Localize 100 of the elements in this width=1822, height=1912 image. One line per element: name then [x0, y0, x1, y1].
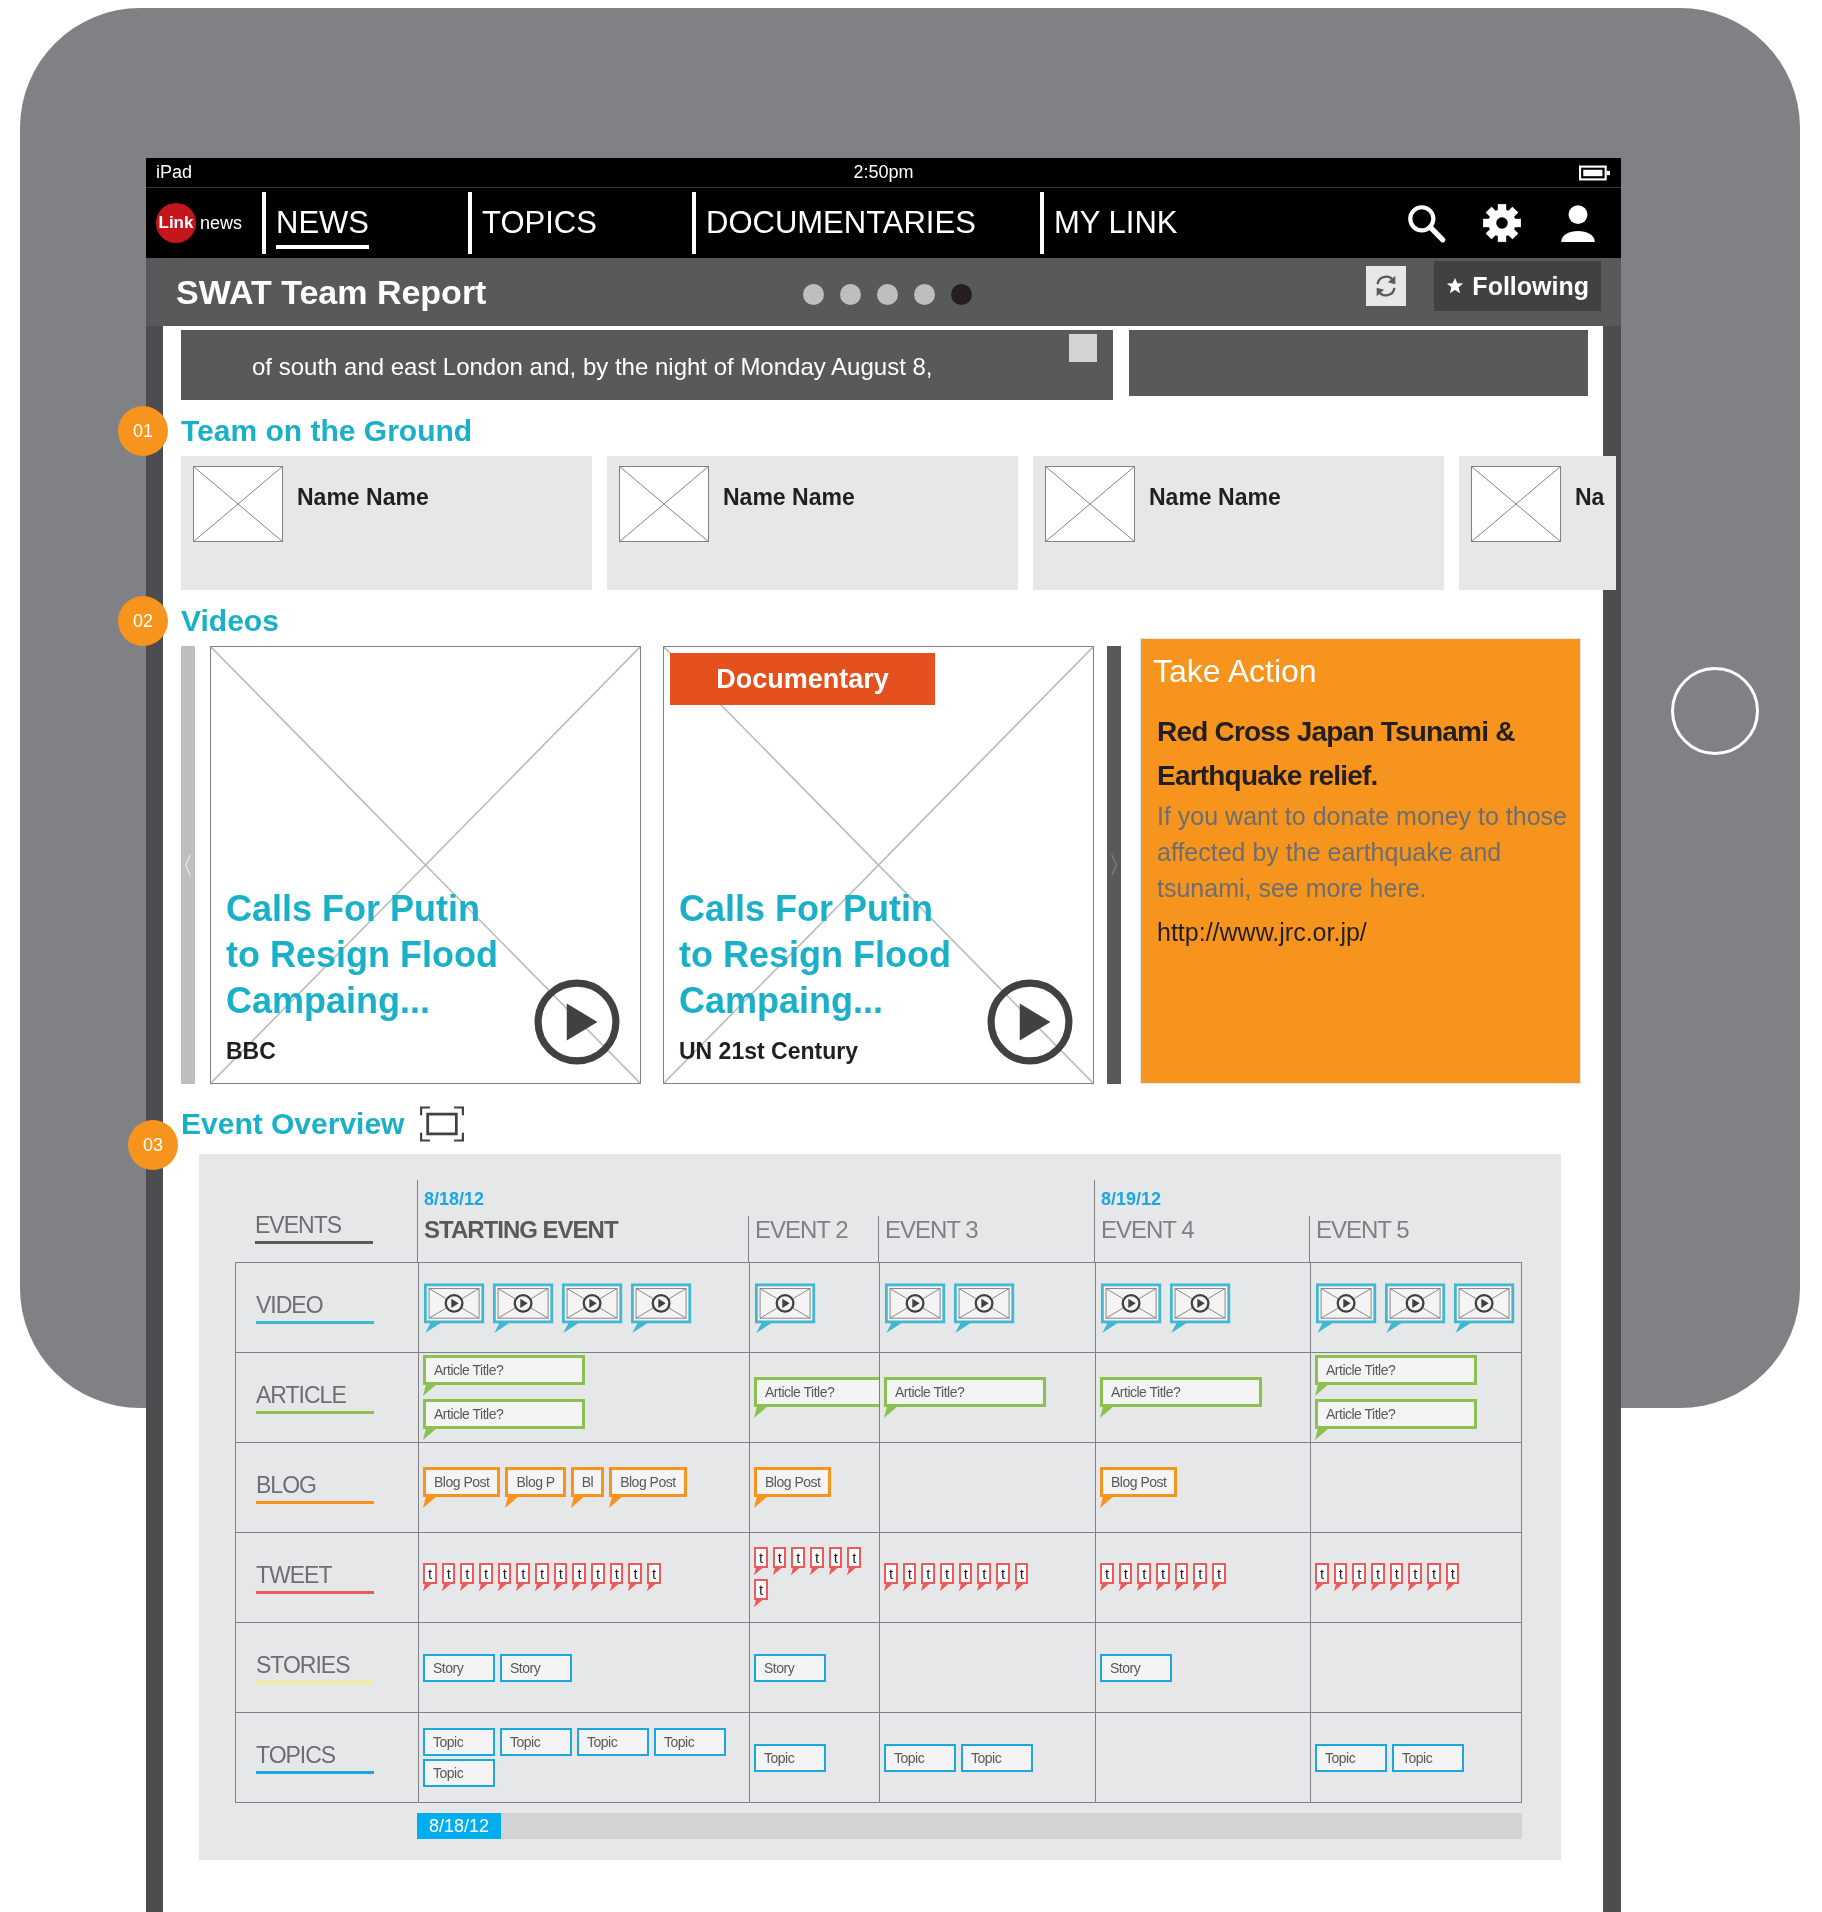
page-dot[interactable]	[914, 284, 935, 305]
callout-pointer-icon	[553, 1583, 564, 1592]
callout-pointer-icon	[772, 1567, 783, 1576]
story-tag[interactable]: Story	[423, 1653, 495, 1682]
story-tag[interactable]: Story	[1100, 1653, 1172, 1682]
callout-pointer-icon	[1389, 1583, 1400, 1592]
topic-tag[interactable]: Topic	[1392, 1743, 1464, 1772]
expand-icon[interactable]	[420, 1106, 465, 1142]
video-thumbnail-icon[interactable]	[1453, 1282, 1517, 1333]
event-date: 8/19/12	[1101, 1189, 1163, 1210]
page-dot[interactable]	[951, 284, 972, 305]
callout-pointer-icon	[1315, 1428, 1331, 1440]
team-member-card[interactable]: Name Name	[181, 456, 592, 590]
image-placeholder-icon	[1471, 466, 1561, 542]
callout-pointer-icon	[810, 1567, 820, 1576]
callout-pointer-icon	[847, 1567, 858, 1576]
callout-pointer-icon	[1212, 1583, 1223, 1592]
nav-tab[interactable]: DOCUMENTARIES	[692, 192, 1034, 254]
page-dot[interactable]	[803, 284, 824, 305]
lane-label: VIDEO	[256, 1291, 324, 1319]
topic-tag[interactable]: Topic	[654, 1728, 726, 1756]
story-tag[interactable]: Story	[754, 1653, 826, 1682]
following-button[interactable]: Following	[1434, 261, 1601, 311]
home-button[interactable]	[1671, 667, 1759, 755]
team-member-card[interactable]: Name Name	[607, 456, 1018, 590]
member-name: Name Name	[297, 484, 429, 511]
nav-tab[interactable]: NEWS	[262, 192, 462, 254]
video-thumbnail-icon[interactable]	[630, 1282, 694, 1333]
section-number: 01	[118, 406, 168, 456]
topic-tag[interactable]: Topic	[423, 1759, 495, 1787]
callout-pointer-icon	[940, 1583, 950, 1592]
nav-tab[interactable]: MY LINK	[1040, 192, 1188, 254]
documentary-badge: Documentary	[670, 653, 935, 705]
video-thumbnail-icon[interactable]	[1384, 1282, 1448, 1333]
topic-tag[interactable]: Topic	[754, 1743, 826, 1772]
callout-pointer-icon	[902, 1583, 913, 1592]
play-icon[interactable]	[534, 979, 620, 1065]
video-thumbnail-icon[interactable]	[884, 1282, 948, 1333]
member-name: Na	[1575, 484, 1605, 511]
callout-pointer-icon	[423, 1583, 433, 1592]
video-thumbnail-icon[interactable]	[561, 1282, 625, 1333]
callout-pointer-icon	[754, 1567, 764, 1576]
device-name: iPad	[156, 162, 193, 183]
callout-pointer-icon	[884, 1583, 894, 1592]
donation-link[interactable]: http://www.jrc.or.jp/	[1153, 918, 1568, 947]
story-card[interactable]: of south and east London and, by the night of Monday August 8,	[181, 330, 1113, 400]
callout-pointer-icon	[1014, 1583, 1025, 1592]
callout-pointer-icon	[1174, 1583, 1185, 1592]
callout-pointer-icon	[1315, 1384, 1331, 1396]
page-dot[interactable]	[877, 284, 898, 305]
nav-tab[interactable]: TOPICS	[468, 192, 686, 254]
video-thumbnail-icon[interactable]	[754, 1282, 818, 1333]
play-icon[interactable]	[987, 979, 1073, 1065]
event-name[interactable]: STARTING EVENT	[424, 1216, 748, 1244]
video-thumbnail-icon[interactable]	[1169, 1282, 1233, 1333]
page-dot[interactable]	[840, 284, 861, 305]
team-member-card[interactable]: Name Name	[1033, 456, 1444, 590]
video-card[interactable]: Documentary Calls For Putin to Resign Flood Campaing... UN 21st Century	[663, 646, 1094, 1084]
callout-pointer-icon	[572, 1583, 583, 1592]
video-card[interactable]: Calls For Putin to Resign Flood Campaing... BBC	[210, 646, 641, 1084]
callout-pointer-icon	[996, 1583, 1007, 1592]
image-placeholder-icon	[619, 466, 709, 542]
topic-tag[interactable]: Topic	[577, 1728, 649, 1756]
story-tag[interactable]: Story	[500, 1653, 572, 1682]
callout-pointer-icon	[1100, 1583, 1110, 1592]
callout-pointer-icon	[647, 1583, 658, 1592]
take-action-card[interactable]: Take Action Red Cross Japan Tsunami & Earthquake relief. If you want to donate money to those affected by the earthquake and tsunami, see more here. http://www.jrc.or.jp/	[1140, 638, 1581, 1084]
scroll-thumb[interactable]	[1069, 334, 1097, 362]
video-thumbnail-icon[interactable]	[492, 1282, 556, 1333]
callout-pointer-icon	[791, 1567, 802, 1576]
callout-pointer-icon	[591, 1583, 602, 1592]
callout-pointer-icon	[1137, 1583, 1148, 1592]
callout-pointer-icon	[977, 1583, 988, 1592]
image-placeholder-icon	[193, 466, 283, 542]
callout-pointer-icon	[570, 1496, 587, 1508]
lane-label: ARTICLE	[256, 1381, 347, 1409]
settings-icon[interactable]	[1481, 202, 1523, 244]
callout-pointer-icon	[609, 1583, 620, 1592]
topic-tag[interactable]: Topic	[500, 1728, 572, 1756]
section-title: Event Overview	[181, 1107, 405, 1141]
topic-tag[interactable]: Topic	[961, 1743, 1033, 1772]
report-title: SWAT Team Report	[176, 272, 487, 312]
take-action-heading: Take Action	[1153, 653, 1318, 690]
topic-tag[interactable]: Topic	[423, 1728, 495, 1756]
logo-badge[interactable]: Link	[156, 203, 196, 243]
topic-tag[interactable]: Topic	[1315, 1743, 1387, 1772]
video-thumbnail-icon[interactable]	[953, 1282, 1017, 1333]
refresh-button[interactable]	[1366, 266, 1407, 306]
team-member-card[interactable]: Na	[1459, 456, 1617, 590]
video-thumbnail-icon[interactable]	[423, 1282, 487, 1333]
callout-pointer-icon	[958, 1583, 969, 1592]
callout-pointer-icon	[1100, 1496, 1116, 1508]
topic-tag[interactable]: Topic	[884, 1743, 956, 1772]
callout-pointer-icon	[423, 1428, 439, 1440]
clock-time: 2:50pm	[852, 162, 915, 183]
video-thumbnail-icon[interactable]	[1315, 1282, 1379, 1333]
search-icon[interactable]	[1405, 202, 1447, 244]
callout-pointer-icon	[497, 1583, 508, 1592]
video-thumbnail-icon[interactable]	[1100, 1282, 1164, 1333]
callout-pointer-icon	[884, 1406, 900, 1418]
